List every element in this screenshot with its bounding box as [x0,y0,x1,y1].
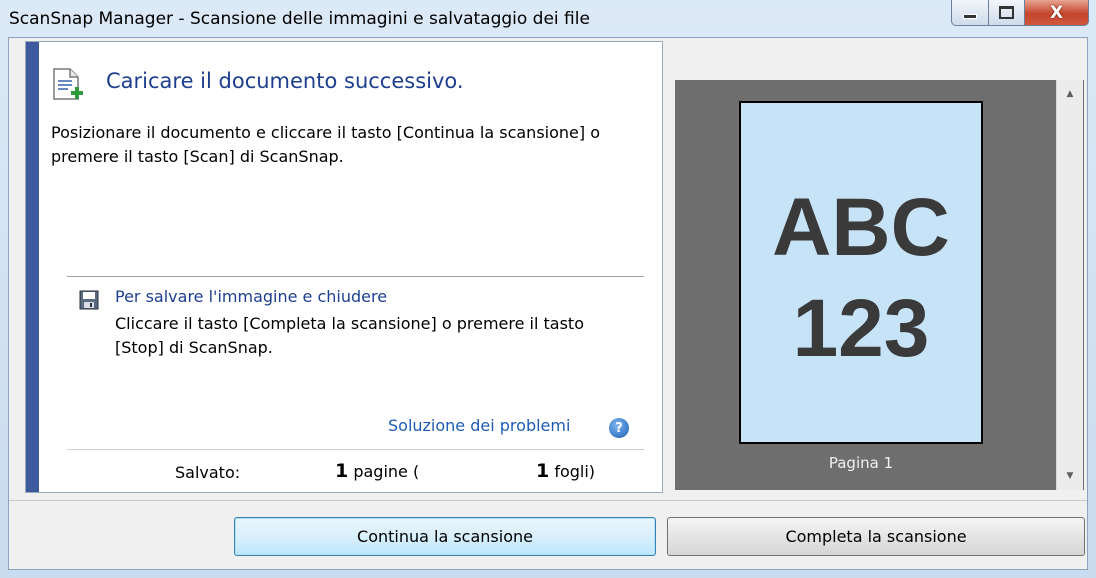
window-controls: X [951,0,1089,28]
scroll-down-icon[interactable]: ▼ [1057,466,1083,486]
page-caption: Pagina 1 [828,454,894,472]
continue-scan-button[interactable]: Continua la scansione [234,517,656,556]
scansnap-window: ScanSnap Manager - Scansione delle immag… [0,0,1096,578]
pages-count: 1 [335,460,349,482]
save-close-heading: Per salvare l'immagine e chiudere [115,287,388,306]
pages-unit: pagine ( [348,462,420,481]
minimize-button[interactable] [951,0,989,26]
scroll-up-icon[interactable]: ▲ [1057,84,1083,104]
document-add-icon [53,68,83,100]
saved-pages: 1 pagine ( [335,460,419,482]
saved-sheets: 1 fogli) [536,460,595,482]
saved-label: Salvato: [175,463,241,482]
status-divider [67,449,644,450]
instruction-text: Posizionare il documento e cliccare il t… [51,123,600,166]
title-bar[interactable]: ScanSnap Manager - Scansione delle immag… [0,0,1096,36]
window-title: ScanSnap Manager - Scansione delle immag… [9,9,590,29]
close-button[interactable]: X [1025,0,1089,26]
sheets-count: 1 [536,460,550,482]
troubleshooting-link[interactable]: Soluzione dei problemi [388,416,570,435]
page-thumbnail[interactable]: ABC 123 [739,101,983,444]
save-close-text: Cliccare il tasto [Completa la scansione… [115,314,584,357]
save-icon [79,290,99,310]
sheets-unit: fogli) [549,462,596,481]
close-icon: X [1049,2,1064,23]
thumbnail-text-line-2: 123 [792,283,930,374]
next-document-heading: Caricare il documento successivo. [106,69,464,93]
thumbnail-text-line-1: ABC [772,182,950,273]
footer-divider [9,500,1087,501]
maximize-icon [999,6,1014,19]
minimize-icon [963,14,977,19]
help-icon[interactable]: ? [609,418,629,438]
finish-scan-button[interactable]: Completa la scansione [667,517,1085,556]
maximize-button[interactable] [989,0,1025,26]
preview-scrollbar[interactable]: ▲ ▼ [1056,80,1083,490]
accent-bar [26,42,39,492]
section-divider [67,276,644,277]
